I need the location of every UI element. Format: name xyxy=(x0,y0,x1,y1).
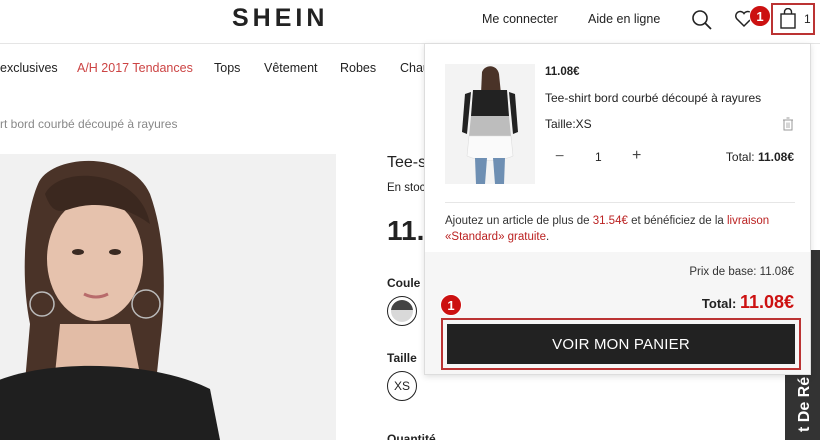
base-price: Prix de base: 11.08€ xyxy=(689,266,794,278)
shein-logo[interactable]: SHEIN xyxy=(232,4,328,33)
shopping-bag-icon[interactable] xyxy=(779,8,797,30)
item-total-value: 11.08€ xyxy=(757,150,794,164)
quantity-minus-button[interactable]: − xyxy=(555,148,564,166)
trash-icon[interactable] xyxy=(782,117,794,131)
quantity-value[interactable]: 1 xyxy=(595,150,602,164)
breadcrumb[interactable]: rt bord courbé découpé à rayures xyxy=(0,117,177,131)
side-tab-label: t De Ré xyxy=(796,376,813,432)
quantity-label: Quantité xyxy=(387,432,436,440)
grand-total-value: 11.08€ xyxy=(739,292,794,312)
nav-item-exclusives[interactable]: exclusives xyxy=(0,61,58,75)
grand-total-label: Total: xyxy=(701,296,740,311)
item-total-label: Total: xyxy=(725,150,755,164)
quantity-plus-button[interactable]: + xyxy=(632,147,641,165)
cart-item-price: 11.08€ xyxy=(545,66,580,78)
product-title: Tee-s xyxy=(387,154,427,171)
cart-count: 1 xyxy=(804,12,811,26)
view-cart-button[interactable]: VOIR MON PANIER xyxy=(447,324,795,364)
product-price: 11. xyxy=(387,215,425,246)
cart-dropdown: 11.08€ Tee-shirt bord courbé découpé à r… xyxy=(424,43,811,375)
size-option-xs[interactable]: XS xyxy=(387,371,417,401)
color-swatch[interactable] xyxy=(387,296,417,326)
cart-divider xyxy=(445,202,795,203)
color-label: Coule xyxy=(387,276,421,290)
promo-text-middle: et bénéficiez de la xyxy=(627,215,727,227)
promo-text-end: . xyxy=(546,231,550,243)
cart-item-thumbnail[interactable] xyxy=(445,64,535,184)
wishlist-step-badge: 1 xyxy=(749,5,771,27)
product-image[interactable] xyxy=(0,154,336,440)
shein-page: SHEIN Me connecter Aide en ligne 1 1 exc… xyxy=(0,0,820,440)
nav-item-dresses[interactable]: Robes xyxy=(340,61,376,75)
help-link[interactable]: Aide en ligne xyxy=(588,12,660,26)
stock-status: En stoc xyxy=(387,182,426,194)
promo-amount: 31.54€ xyxy=(592,215,628,227)
checkout-step-badge: 1 xyxy=(440,294,462,316)
nav-item-trends[interactable]: A/H 2017 Tendances xyxy=(77,61,193,75)
cart-item-size: Taille:XS xyxy=(545,117,592,131)
free-shipping-promo: Ajoutez un article de plus de 31.54€ et … xyxy=(445,213,795,245)
grand-total: Total: 11.08€ xyxy=(702,292,794,313)
nav-item-clothing[interactable]: Vêtement xyxy=(264,61,318,75)
checkout-highlight: VOIR MON PANIER xyxy=(441,318,801,370)
nav-item-tops[interactable]: Tops xyxy=(214,61,240,75)
login-link[interactable]: Me connecter xyxy=(482,12,558,26)
item-total: Total: 11.08€ xyxy=(726,150,794,164)
search-icon[interactable] xyxy=(691,9,713,31)
size-label: Taille xyxy=(387,351,417,365)
promo-text-start: Ajoutez un article de plus de xyxy=(445,215,593,227)
cart-item-name[interactable]: Tee-shirt bord courbé découpé à rayures xyxy=(545,91,761,105)
